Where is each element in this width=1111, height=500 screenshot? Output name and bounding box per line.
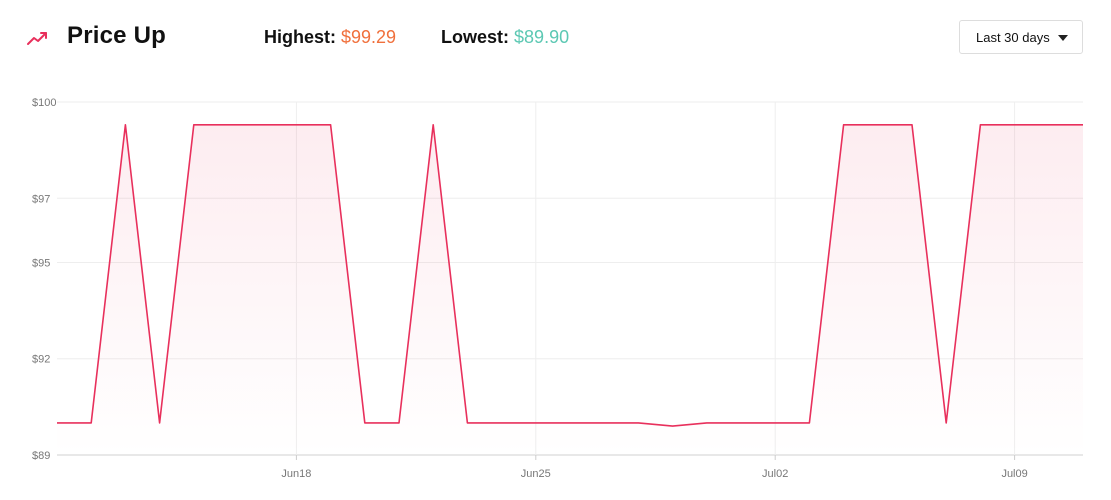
price-data-point <box>876 123 880 127</box>
price-data-point <box>123 123 127 127</box>
price-data-point <box>500 421 504 425</box>
price-data-point <box>226 123 230 127</box>
x-tick-label: Jun18 <box>281 468 311 480</box>
price-data-point <box>329 123 333 127</box>
x-tick-label: Jul09 <box>1001 468 1027 480</box>
price-data-point <box>89 421 93 425</box>
price-data-point <box>363 421 367 425</box>
price-data-point <box>158 421 162 425</box>
price-data-point <box>260 123 264 127</box>
y-tick-label: $89 <box>32 450 50 462</box>
price-data-point <box>636 421 640 425</box>
price-data-point <box>1013 123 1017 127</box>
price-data-point <box>55 421 59 425</box>
price-data-point <box>944 421 948 425</box>
price-area-fill <box>57 124 1083 456</box>
price-data-point <box>534 421 538 425</box>
price-data-point <box>671 424 675 428</box>
y-tick-label: $97 <box>32 193 50 205</box>
x-tick-label: Jul02 <box>762 468 788 480</box>
price-data-point <box>705 421 709 425</box>
price-data-point <box>978 123 982 127</box>
price-data-point <box>568 421 572 425</box>
price-data-point <box>807 421 811 425</box>
price-line-chart: $89 $92 $95 $97 $100 Jun18 Jun25 Jul02 Jul09 <box>32 97 1085 480</box>
price-data-point <box>842 123 846 127</box>
x-tick-label: Jun25 <box>521 468 551 480</box>
price-data-point <box>192 123 196 127</box>
price-data-point <box>910 123 914 127</box>
price-data-point <box>773 421 777 425</box>
price-data-point <box>1081 123 1085 127</box>
price-data-point <box>465 421 469 425</box>
y-tick-label: $100 <box>32 97 56 109</box>
price-data-point <box>1047 123 1051 127</box>
price-data-point <box>431 123 435 127</box>
y-tick-label: $92 <box>32 354 50 366</box>
price-data-point <box>397 421 401 425</box>
price-data-point <box>739 421 743 425</box>
price-data-point <box>294 123 298 127</box>
price-data-point <box>602 421 606 425</box>
y-tick-label: $95 <box>32 257 50 269</box>
